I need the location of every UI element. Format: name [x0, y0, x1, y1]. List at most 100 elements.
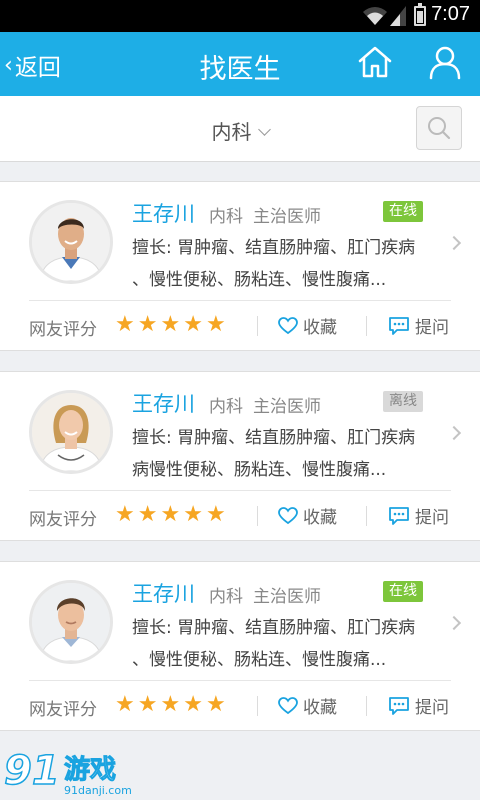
- star-icon: ★: [183, 312, 203, 337]
- doctor-avatar: [29, 390, 113, 474]
- status-bar: 7:07: [0, 0, 480, 32]
- home-icon[interactable]: [357, 44, 393, 80]
- chevron-right-icon[interactable]: [446, 235, 462, 251]
- status-badge: 在线: [383, 581, 423, 602]
- rating-stars: ★ ★ ★ ★ ★: [115, 503, 229, 527]
- doctor-card[interactable]: 王存川 内科 主治医师 在线 擅长: 胃肿瘤、结直肠肿瘤、肛门疾病 、慢性便秘、肠…: [0, 181, 480, 351]
- divider: [29, 680, 451, 681]
- doctor-name[interactable]: 王存川: [132, 198, 195, 228]
- star-icon: ★: [183, 502, 203, 527]
- heart-icon: [278, 696, 298, 714]
- favorite-button[interactable]: 收藏: [278, 503, 337, 528]
- divider: [366, 506, 367, 526]
- doctor-department: 内科: [209, 587, 243, 607]
- specialty-line: 擅长: 胃肿瘤、结直肠肿瘤、肛门疾病: [132, 428, 416, 448]
- doctor-name[interactable]: 王存川: [132, 578, 195, 608]
- rating-label: 网友评分: [29, 510, 97, 530]
- divider: [29, 490, 451, 491]
- star-icon: ★: [160, 312, 181, 337]
- divider: [29, 300, 451, 301]
- doctor-card[interactable]: 王存川 内科 主治医师 离线 擅长: 胃肿瘤、结直肠肿瘤、肛门疾病 病慢性便秘、肠…: [0, 371, 480, 541]
- search-button[interactable]: [416, 106, 462, 150]
- divider: [366, 316, 367, 336]
- filter-bar: 内科: [0, 96, 480, 162]
- doctor-department: 内科: [209, 207, 243, 227]
- doctor-meta: 内科 主治医师: [209, 202, 321, 227]
- rating-label: 网友评分: [29, 320, 97, 340]
- ask-button[interactable]: 提问: [388, 693, 449, 718]
- ask-button[interactable]: 提问: [388, 313, 449, 338]
- signal-icon: [390, 6, 406, 26]
- doctor-meta: 内科 主治医师: [209, 582, 321, 607]
- doctor-title: 主治医师: [253, 397, 321, 417]
- chevron-right-icon[interactable]: [446, 425, 462, 441]
- doctor-card[interactable]: 王存川 内科 主治医师 在线 擅长: 胃肿瘤、结直肠肿瘤、肛门疾病 、慢性便秘、肠…: [0, 561, 480, 731]
- star-icon: ★: [160, 692, 181, 717]
- svg-text:91: 91: [4, 748, 60, 794]
- divider: [366, 696, 367, 716]
- favorite-button[interactable]: 收藏: [278, 313, 337, 338]
- star-icon: ★: [115, 502, 135, 527]
- star-icon: ★: [137, 692, 158, 717]
- svg-text:91danji.com: 91danji.com: [64, 784, 132, 797]
- star-icon: ★: [205, 312, 226, 337]
- ask-label: 提问: [415, 698, 449, 718]
- star-icon: ★: [137, 502, 158, 527]
- doctor-name[interactable]: 王存川: [132, 388, 195, 418]
- doctor-avatar: [29, 580, 113, 664]
- star-icon: ★: [205, 502, 226, 527]
- specialty-line: 擅长: 胃肿瘤、结直肠肿瘤、肛门疾病: [132, 618, 416, 638]
- rating-stars: ★ ★ ★ ★ ★: [115, 693, 229, 717]
- divider: [257, 506, 258, 526]
- doctor-specialty: 擅长: 胃肿瘤、结直肠肿瘤、肛门疾病 、慢性便秘、肠粘连、慢性腹痛...: [132, 612, 438, 676]
- specialty-line: 擅长: 胃肿瘤、结直肠肿瘤、肛门疾病: [132, 238, 416, 258]
- chevron-right-icon[interactable]: [446, 615, 462, 631]
- star-icon: ★: [137, 312, 158, 337]
- ask-button[interactable]: 提问: [388, 503, 449, 528]
- doctor-specialty: 擅长: 胃肿瘤、结直肠肿瘤、肛门疾病 、慢性便秘、肠粘连、慢性腹痛...: [132, 232, 438, 296]
- message-icon: [389, 506, 409, 525]
- star-icon: ★: [160, 502, 181, 527]
- ask-label: 提问: [415, 508, 449, 528]
- doctor-title: 主治医师: [253, 207, 321, 227]
- status-badge: 在线: [383, 201, 423, 222]
- doctor-title: 主治医师: [253, 587, 321, 607]
- search-icon: [428, 117, 451, 140]
- ask-label: 提问: [415, 318, 449, 338]
- doctor-department: 内科: [209, 397, 243, 417]
- star-icon: ★: [205, 692, 226, 717]
- doctor-meta: 内科 主治医师: [209, 392, 321, 417]
- star-icon: ★: [115, 312, 135, 337]
- message-icon: [389, 696, 409, 715]
- favorite-label: 收藏: [303, 508, 337, 528]
- favorite-label: 收藏: [303, 698, 337, 718]
- specialty-line: 病慢性便秘、肠粘连、慢性腹痛...: [132, 460, 387, 480]
- battery-icon: [414, 3, 426, 26]
- divider: [257, 316, 258, 336]
- status-time: 7:07: [431, 3, 470, 25]
- chevron-down-icon: [257, 123, 271, 136]
- watermark-logo: 91 游戏 91danji.com: [3, 747, 132, 797]
- doctor-specialty: 擅长: 胃肿瘤、结直肠肿瘤、肛门疾病 病慢性便秘、肠粘连、慢性腹痛...: [132, 422, 438, 486]
- specialty-line: 、慢性便秘、肠粘连、慢性腹痛...: [132, 270, 387, 290]
- favorite-label: 收藏: [303, 318, 337, 338]
- wifi-icon: [363, 7, 387, 25]
- star-icon: ★: [115, 692, 135, 717]
- doctor-avatar: [29, 200, 113, 284]
- favorite-button[interactable]: 收藏: [278, 693, 337, 718]
- department-dropdown[interactable]: 内科: [0, 116, 480, 145]
- message-icon: [389, 316, 409, 335]
- app-header: ‹ 返回 找医生: [0, 32, 480, 96]
- specialty-line: 、慢性便秘、肠粘连、慢性腹痛...: [132, 650, 387, 670]
- status-badge: 离线: [383, 391, 423, 412]
- heart-icon: [278, 506, 298, 524]
- page-title: 找医生: [199, 54, 281, 85]
- star-icon: ★: [183, 692, 203, 717]
- user-icon[interactable]: [427, 44, 463, 80]
- rating-label: 网友评分: [29, 700, 97, 720]
- svg-text:游戏: 游戏: [64, 755, 116, 785]
- rating-stars: ★ ★ ★ ★ ★: [115, 313, 229, 337]
- divider: [257, 696, 258, 716]
- department-label: 内科: [211, 120, 252, 144]
- heart-icon: [278, 316, 298, 334]
